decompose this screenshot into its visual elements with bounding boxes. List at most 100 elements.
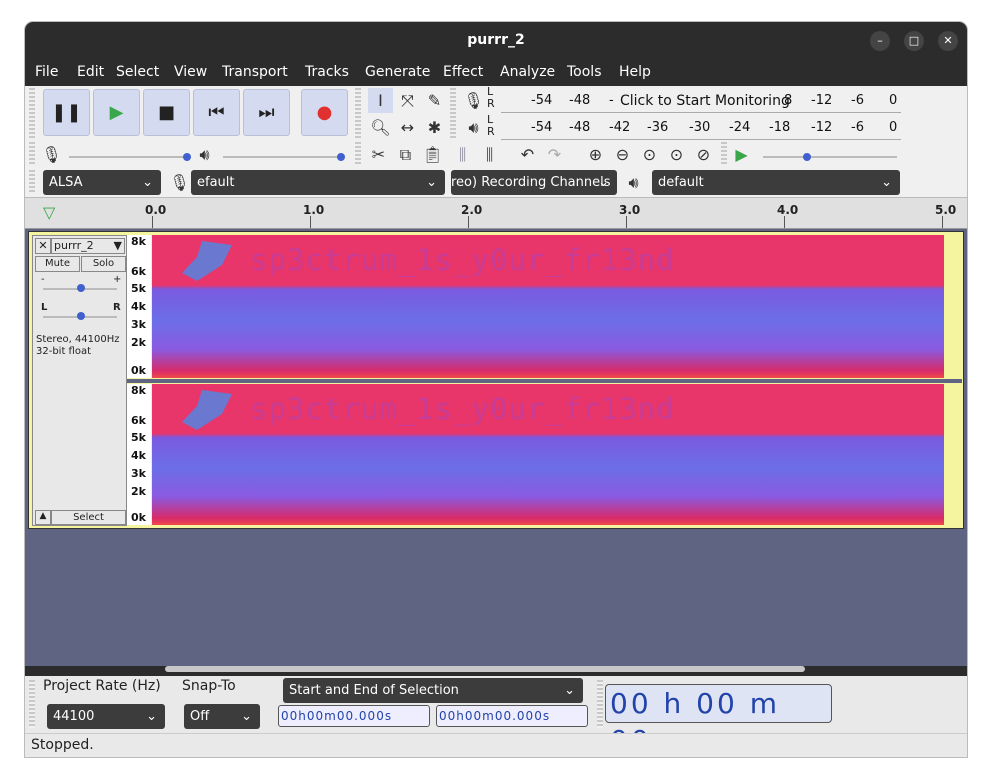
stop-button[interactable]: ■ (143, 89, 190, 136)
fit-selection-icon[interactable]: ⊙ (637, 142, 662, 167)
pan-knob[interactable] (77, 312, 85, 320)
record-meter-mic-icon[interactable]: 🎙︎ (461, 88, 486, 113)
selection-end-time[interactable]: 00h00m00.000s (436, 705, 588, 727)
spectrogram-left-channel[interactable]: sp3ctrum_1s_y0ur_fr13nd (152, 235, 944, 378)
time-grip[interactable] (597, 680, 603, 728)
scale-label: 8k (131, 235, 146, 248)
silence-icon[interactable]: ⫼ (477, 142, 502, 167)
menu-effect[interactable]: Effect (443, 64, 483, 80)
monitoring-prompt[interactable]: Click to Start Monitoring (620, 93, 790, 109)
menu-tracks[interactable]: Tracks (305, 64, 349, 80)
pause-button[interactable]: ❚❚ (43, 89, 90, 136)
audio-position-display[interactable]: 00 h 00 m 00 s (605, 684, 832, 757)
play-head-icon[interactable]: ▽ (43, 203, 55, 222)
toolbar-grip[interactable] (29, 88, 35, 138)
play-meter-speaker-icon[interactable]: 🔊︎ (461, 115, 486, 140)
recording-volume-knob[interactable] (183, 153, 191, 161)
frequency-scale-bottom: 8k 6k 5k 4k 3k 2k 0k (127, 384, 151, 525)
menu-analyze[interactable]: Analyze (500, 64, 555, 80)
project-rate-dropdown[interactable]: 44100 ⌄ (47, 704, 165, 729)
scale-label: 4k (131, 449, 146, 462)
playback-device-dropdown[interactable]: default ⌄ (652, 170, 900, 195)
track-bitdepth-info: 32-bit float (36, 346, 92, 357)
audio-host-dropdown[interactable]: ALSA ⌄ (43, 170, 161, 195)
device-grip[interactable] (29, 170, 35, 194)
zoom-toggle-icon[interactable]: ⊘ (691, 142, 716, 167)
spectrogram-hidden-text: sp3ctrum_1s_y0ur_fr13nd (250, 392, 675, 426)
frequency-scale-top: 8k 6k 5k 4k 3k 2k 0k (127, 235, 151, 378)
menu-generate[interactable]: Generate (365, 64, 430, 80)
timeline-ruler[interactable]: ▽ 0.0 1.0 2.0 3.0 4.0 5.0 (25, 197, 967, 229)
skip-start-button[interactable]: ⏮ (193, 89, 240, 136)
play-speed-knob[interactable] (803, 153, 811, 161)
undo-icon[interactable]: ↶ (515, 142, 540, 167)
play-button[interactable]: ▶ (93, 89, 140, 136)
ruler-tick (152, 216, 153, 228)
edit-grip[interactable] (355, 142, 361, 166)
record-button[interactable]: ● (301, 89, 348, 136)
scale-label: 4k (131, 300, 146, 313)
redo-icon[interactable]: ↷ (542, 142, 567, 167)
maximize-icon[interactable]: □ (904, 31, 924, 51)
draw-tool-icon[interactable]: ✎ (422, 88, 447, 113)
pan-left-label: L (41, 302, 48, 313)
menu-help[interactable]: Help (619, 64, 651, 80)
copy-icon[interactable]: ⧉ (393, 142, 418, 167)
zoom-in-icon[interactable]: ⊕ (583, 142, 608, 167)
menu-edit[interactable]: Edit (77, 64, 104, 80)
collapse-icon[interactable]: ▲ (35, 510, 51, 525)
menu-select[interactable]: Select (116, 64, 159, 80)
selection-tool-icon[interactable]: I (368, 88, 393, 113)
skip-end-button[interactable]: ⏭ (243, 89, 290, 136)
gain-knob[interactable] (77, 284, 85, 292)
solo-button[interactable]: Solo (81, 256, 126, 272)
play-at-speed-icon[interactable]: ▶ (729, 142, 754, 167)
selection-mode-dropdown[interactable]: Start and End of Selection ⌄ (283, 678, 583, 703)
horizontal-scrollbar[interactable] (165, 666, 805, 672)
recording-device-dropdown[interactable]: efault ⌄ (191, 170, 445, 195)
snap-to-dropdown[interactable]: Off ⌄ (184, 704, 260, 729)
mute-button[interactable]: Mute (35, 256, 80, 272)
mixer-grip[interactable] (29, 142, 35, 166)
zoom-tool-icon[interactable]: 🔍︎ (368, 115, 393, 140)
close-icon[interactable]: ✕ (938, 31, 958, 51)
zoom-out-icon[interactable]: ⊖ (610, 142, 635, 167)
play-meter[interactable]: -54 -48 -42 -36 -30 -24 -18 -12 -6 0 (501, 115, 901, 140)
tools-grip[interactable] (355, 88, 361, 140)
spectrogram-right-channel[interactable]: sp3ctrum_1s_y0ur_fr13nd (152, 384, 944, 525)
meter-grip[interactable] (450, 88, 456, 140)
ruler-label: 2.0 (461, 203, 483, 217)
mic-volume-icon: 🎙︎ (41, 145, 62, 164)
play-meter-tick: -30 (689, 120, 711, 135)
select-track-button[interactable]: Select (51, 510, 126, 525)
envelope-tool-icon[interactable]: ⤧ (395, 88, 420, 113)
menu-view[interactable]: View (174, 64, 207, 80)
fit-project-icon[interactable]: ⊙ (664, 142, 689, 167)
play-speed-slider[interactable] (763, 156, 897, 158)
multi-tool-icon[interactable]: ✱ (422, 115, 447, 140)
menu-tools[interactable]: Tools (567, 64, 602, 80)
record-meter[interactable]: -54 -48 - Click to Start Monitoring 8 -1… (501, 88, 901, 113)
recording-channels-dropdown[interactable]: reo) Recording Channels ⌄ (451, 170, 617, 195)
recording-volume-slider[interactable] (69, 156, 187, 158)
menu-transport[interactable]: Transport (222, 64, 288, 80)
close-track-icon[interactable]: ✕ (35, 238, 51, 254)
chevron-down-icon: ⌄ (241, 709, 252, 724)
play-meter-tick: -54 (531, 120, 553, 135)
minimize-icon[interactable]: – (870, 31, 890, 51)
track-name-menu[interactable]: purrr_2 ▼ (51, 238, 125, 254)
timeshift-tool-icon[interactable]: ↔ (395, 115, 420, 140)
selection-grip[interactable] (29, 680, 35, 728)
menu-file[interactable]: File (35, 64, 58, 80)
trim-icon[interactable]: ⫼ (450, 142, 475, 167)
chevron-down-icon: ▼ (113, 239, 122, 252)
scale-label: 5k (131, 282, 146, 295)
play-at-speed-grip[interactable] (721, 142, 727, 166)
cut-icon[interactable]: ✂ (366, 142, 391, 167)
selection-start-time[interactable]: 00h00m00.000s (278, 705, 430, 727)
audio-track[interactable]: ✕ purrr_2 ▼ Mute Solo - + L R Stereo, 441… (28, 231, 964, 529)
playback-volume-slider[interactable] (223, 156, 341, 158)
snap-to-label: Snap-To (182, 678, 236, 694)
playback-volume-knob[interactable] (337, 153, 345, 161)
paste-icon[interactable]: 📋︎ (420, 142, 445, 167)
